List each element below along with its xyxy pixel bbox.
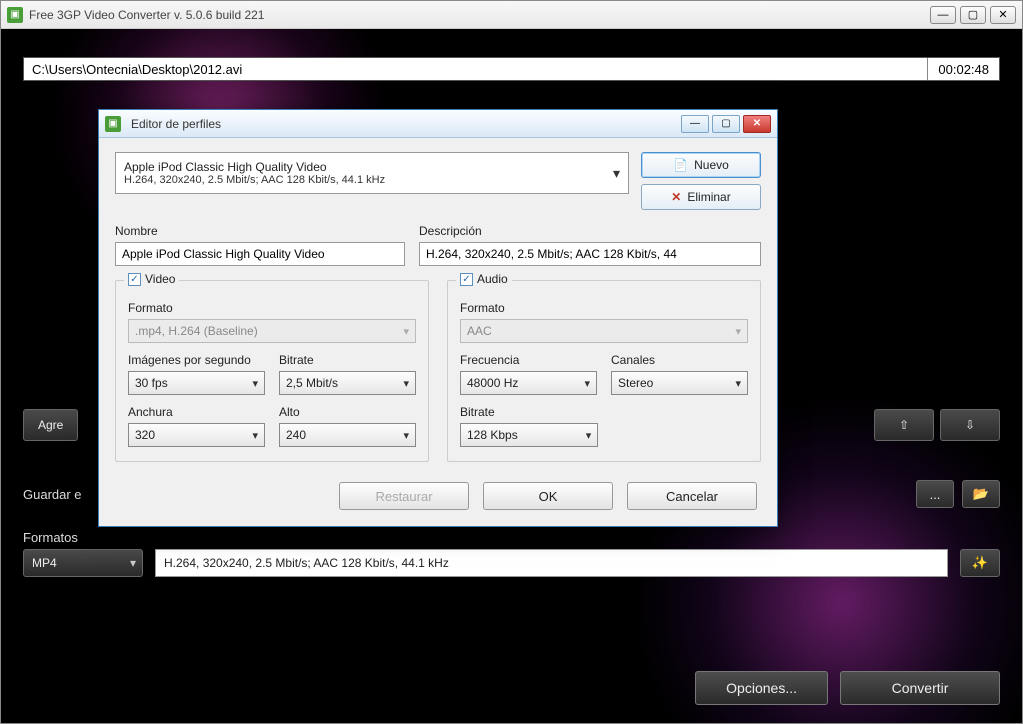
move-down-button[interactable]: ⇩ bbox=[940, 409, 1000, 441]
profile-dropdown[interactable]: Apple iPod Classic High Quality Video H.… bbox=[115, 152, 629, 194]
width-select[interactable]: 320 bbox=[128, 423, 265, 447]
format-row: Formatos MP4 H.264, 320x240, 2.5 Mbit/s;… bbox=[23, 521, 1000, 577]
format-select[interactable]: MP4 bbox=[23, 549, 143, 577]
video-bitrate-select[interactable]: 2,5 Mbit/s bbox=[279, 371, 416, 395]
delete-profile-button[interactable]: ✕ Eliminar bbox=[641, 184, 761, 210]
description-input[interactable] bbox=[419, 242, 761, 266]
profile-editor-dialog: ▣ Editor de perfiles — ▢ ✕ Apple iPod Cl… bbox=[98, 109, 778, 527]
main-body: C:\Users\Ontecnia\Desktop\2012.avi 00:02… bbox=[1, 29, 1022, 723]
audio-section: ✓ Audio Formato AAC bbox=[447, 280, 761, 462]
delete-icon: ✕ bbox=[671, 190, 681, 204]
height-select[interactable]: 240 bbox=[279, 423, 416, 447]
audio-format-value: AAC bbox=[467, 324, 492, 338]
new-profile-button[interactable]: 📄 Nuevo bbox=[641, 152, 761, 178]
file-path: C:\Users\Ontecnia\Desktop\2012.avi bbox=[24, 58, 927, 80]
profile-detail-line: H.264, 320x240, 2.5 Mbit/s; AAC 128 Kbit… bbox=[124, 174, 600, 186]
fps-select[interactable]: 30 fps bbox=[128, 371, 265, 395]
delete-label: Eliminar bbox=[687, 190, 730, 204]
minimize-button[interactable]: — bbox=[930, 6, 956, 24]
bottom-row: Opciones... Convertir bbox=[695, 671, 1000, 705]
audio-header: Audio bbox=[477, 272, 508, 286]
dialog-body: Apple iPod Classic High Quality Video H.… bbox=[99, 138, 777, 526]
move-up-button[interactable]: ⇧ bbox=[874, 409, 934, 441]
video-format-select: .mp4, H.264 (Baseline) bbox=[128, 319, 416, 343]
frequency-label: Frecuencia bbox=[460, 353, 597, 367]
edit-profile-button[interactable]: ✨ bbox=[960, 549, 1000, 577]
options-button[interactable]: Opciones... bbox=[695, 671, 828, 705]
dialog-title: Editor de perfiles bbox=[131, 117, 681, 131]
main-titlebar: ▣ Free 3GP Video Converter v. 5.0.6 buil… bbox=[1, 1, 1022, 29]
fps-label: Imágenes por segundo bbox=[128, 353, 265, 367]
fps-value: 30 fps bbox=[135, 376, 168, 390]
video-section: ✓ Video Formato .mp4, H.264 (Baseline) bbox=[115, 280, 429, 462]
dialog-titlebar: ▣ Editor de perfiles — ▢ ✕ bbox=[99, 110, 777, 138]
app-icon: ▣ bbox=[7, 7, 23, 23]
height-label: Alto bbox=[279, 405, 416, 419]
video-format-value: .mp4, H.264 (Baseline) bbox=[135, 324, 258, 338]
restore-button[interactable]: Restaurar bbox=[339, 482, 469, 510]
name-label: Nombre bbox=[115, 224, 405, 238]
close-button[interactable]: ✕ bbox=[990, 6, 1016, 24]
cancel-button[interactable]: Cancelar bbox=[627, 482, 757, 510]
audio-bitrate-select[interactable]: 128 Kbps bbox=[460, 423, 598, 447]
maximize-button[interactable]: ▢ bbox=[960, 6, 986, 24]
app-title: Free 3GP Video Converter v. 5.0.6 build … bbox=[29, 8, 930, 22]
description-label: Descripción bbox=[419, 224, 761, 238]
ok-button[interactable]: OK bbox=[483, 482, 613, 510]
audio-checkbox[interactable]: ✓ bbox=[460, 273, 473, 286]
width-value: 320 bbox=[135, 428, 155, 442]
video-header: Video bbox=[145, 272, 175, 286]
video-format-label: Formato bbox=[128, 301, 416, 315]
channels-select[interactable]: Stereo bbox=[611, 371, 748, 395]
width-label: Anchura bbox=[128, 405, 265, 419]
profile-name-line: Apple iPod Classic High Quality Video bbox=[124, 160, 600, 174]
height-value: 240 bbox=[286, 428, 306, 442]
audio-bitrate-label: Bitrate bbox=[460, 405, 598, 419]
format-label: Formatos bbox=[23, 530, 143, 545]
audio-format-select: AAC bbox=[460, 319, 748, 343]
open-folder-button[interactable]: 📂 bbox=[962, 480, 1000, 508]
format-value: MP4 bbox=[32, 556, 57, 570]
file-duration: 00:02:48 bbox=[927, 58, 999, 80]
audio-format-label: Formato bbox=[460, 301, 748, 315]
browse-folder-button[interactable]: ... bbox=[916, 480, 954, 508]
document-icon: 📄 bbox=[673, 158, 688, 172]
add-file-button[interactable]: Agre bbox=[23, 409, 78, 441]
channels-value: Stereo bbox=[618, 376, 653, 390]
dialog-close-button[interactable]: ✕ bbox=[743, 115, 771, 133]
new-label: Nuevo bbox=[694, 158, 729, 172]
video-bitrate-value: 2,5 Mbit/s bbox=[286, 376, 338, 390]
file-info-bar: C:\Users\Ontecnia\Desktop\2012.avi 00:02… bbox=[23, 57, 1000, 81]
audio-bitrate-value: 128 Kbps bbox=[467, 428, 518, 442]
dialog-minimize-button[interactable]: — bbox=[681, 115, 709, 133]
dialog-icon: ▣ bbox=[105, 116, 121, 132]
profile-display[interactable]: H.264, 320x240, 2.5 Mbit/s; AAC 128 Kbit… bbox=[155, 549, 948, 577]
main-window: ▣ Free 3GP Video Converter v. 5.0.6 buil… bbox=[0, 0, 1023, 724]
frequency-select[interactable]: 48000 Hz bbox=[460, 371, 597, 395]
dialog-maximize-button[interactable]: ▢ bbox=[712, 115, 740, 133]
name-input[interactable] bbox=[115, 242, 405, 266]
frequency-value: 48000 Hz bbox=[467, 376, 518, 390]
convert-button[interactable]: Convertir bbox=[840, 671, 1000, 705]
video-bitrate-label: Bitrate bbox=[279, 353, 416, 367]
save-label: Guardar e bbox=[23, 487, 82, 502]
video-checkbox[interactable]: ✓ bbox=[128, 273, 141, 286]
channels-label: Canales bbox=[611, 353, 748, 367]
